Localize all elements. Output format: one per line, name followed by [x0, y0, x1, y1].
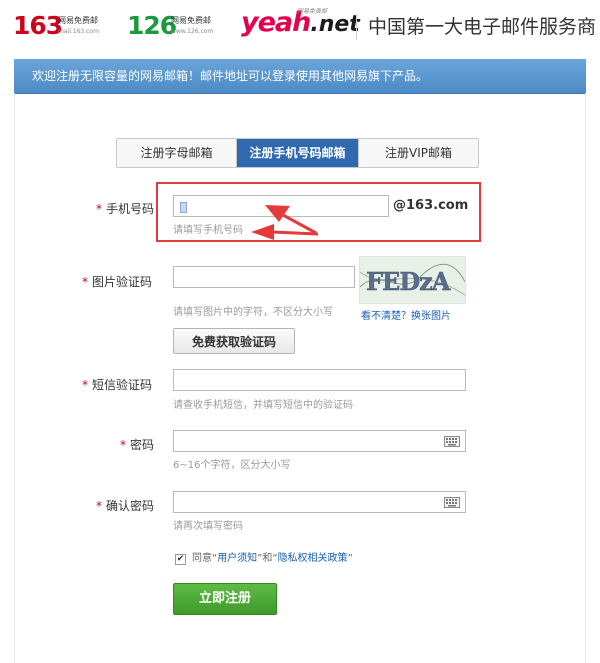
annotation-arrows — [251, 205, 319, 240]
arrow-to-hint — [251, 224, 319, 240]
